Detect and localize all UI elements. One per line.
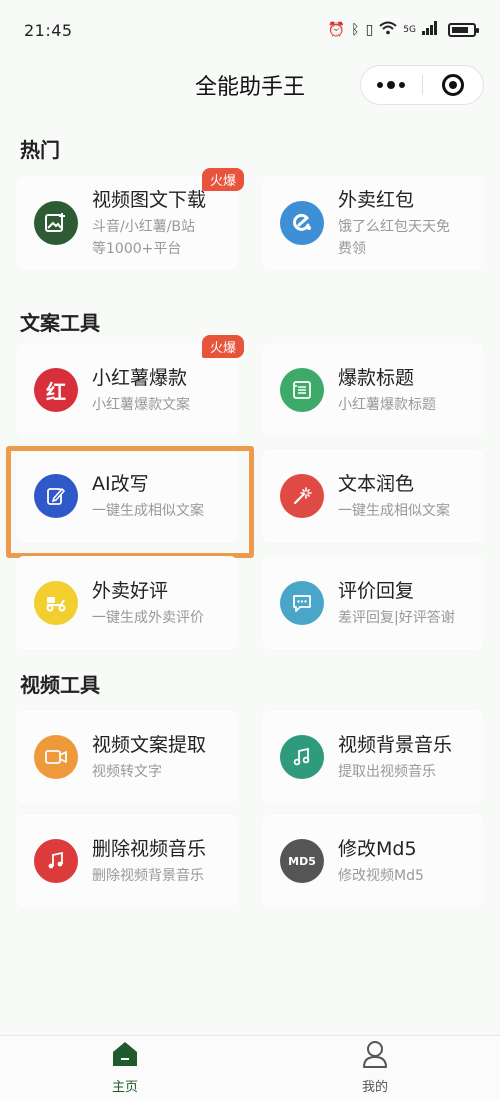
card-name: 评价回复 <box>338 579 415 602</box>
status-icons: ⏰ ᛒ ▯ 5G <box>327 21 479 39</box>
magic-wand-icon <box>280 474 324 518</box>
battery-icon <box>448 23 479 37</box>
card-desc: 删除视频背景音乐 <box>92 867 204 884</box>
card-text-polish[interactable]: 文本润色 一键生成相似文案 <box>262 449 484 543</box>
section-title-hot: 热门 <box>20 138 60 162</box>
close-mini-program-button[interactable] <box>423 66 484 104</box>
card-takeout-review[interactable]: 外卖好评 一键生成外卖评价 <box>16 556 238 650</box>
card-desc: 视频转文字 <box>92 763 162 780</box>
music-note-icon <box>280 735 324 779</box>
card-desc: 修改视频Md5 <box>338 867 424 884</box>
card-desc: 一键生成相似文案 <box>338 502 450 519</box>
card-desc: 斗音/小红薯/B站 等1000+平台 <box>92 218 196 257</box>
card-video-text-extract[interactable]: 视频文案提取 视频转文字 <box>16 710 238 804</box>
hot-badge: 火爆 <box>201 335 244 358</box>
wifi-icon <box>379 21 397 39</box>
tab-mine[interactable]: 我的 <box>250 1036 500 1099</box>
card-name: 视频文案提取 <box>92 733 207 756</box>
image-plus-icon <box>34 201 78 245</box>
hot-badge: 火爆 <box>201 168 244 191</box>
status-bar: 21:45 ⏰ ᛒ ▯ 5G <box>0 0 500 60</box>
card-name: 文本润色 <box>338 472 415 495</box>
card-xhs-hot[interactable]: 红 小红薯爆款 小红薯爆款文案 火爆 <box>16 335 244 437</box>
card-name: 修改Md5 <box>338 837 417 860</box>
tab-bar: 主页 我的 <box>0 1035 500 1099</box>
page-title: 全能助手王 <box>194 75 305 100</box>
bluetooth-icon: ᛒ <box>351 22 360 38</box>
card-desc: 小红薯爆款标题 <box>338 396 436 413</box>
card-name: 爆款标题 <box>338 366 415 389</box>
card-hot-title[interactable]: 爆款标题 小红薯爆款标题 <box>262 343 484 437</box>
more-dots-icon <box>377 81 406 89</box>
card-desc: 差评回复|好评答谢 <box>338 609 455 626</box>
card-desc: 提取出视频音乐 <box>338 763 436 780</box>
section-title-copywriting: 文案工具 <box>20 311 100 335</box>
signal-icon <box>422 21 438 39</box>
card-name: 外卖红包 <box>338 188 415 211</box>
tab-home[interactable]: 主页 <box>0 1036 250 1099</box>
card-modify-md5[interactable]: MD5 修改Md5 修改视频Md5 <box>262 814 484 908</box>
card-name: 外卖好评 <box>92 579 169 602</box>
card-video-bgm[interactable]: 视频背景音乐 提取出视频音乐 <box>262 710 484 804</box>
card-name: 小红薯爆款 <box>92 366 188 389</box>
list-doc-icon <box>280 368 324 412</box>
video-camera-icon <box>34 735 78 779</box>
tab-mine-label: 我的 <box>361 1080 388 1095</box>
card-video-download[interactable]: 视频图文下载 斗音/小红薯/B站 等1000+平台 火爆 <box>16 168 244 270</box>
network-label: 5G <box>403 25 416 35</box>
chat-bubble-icon <box>280 581 324 625</box>
section-title-video: 视频工具 <box>20 673 100 697</box>
tab-home-label: 主页 <box>111 1080 138 1095</box>
hong-char-icon: 红 <box>34 368 78 412</box>
home-icon <box>110 1040 140 1072</box>
scooter-icon <box>34 581 78 625</box>
md5-icon: MD5 <box>280 839 324 883</box>
card-desc: 一键生成外卖评价 <box>92 609 204 626</box>
e-logo-icon <box>280 201 324 245</box>
card-review-reply[interactable]: 评价回复 差评回复|好评答谢 <box>262 556 484 650</box>
music-note-icon <box>34 839 78 883</box>
card-remove-video-music[interactable]: 删除视频音乐 删除视频背景音乐 <box>16 814 238 908</box>
target-icon <box>441 74 464 96</box>
card-name: 删除视频音乐 <box>92 837 207 860</box>
card-name: 视频背景音乐 <box>338 733 453 756</box>
selection-highlight <box>6 446 254 558</box>
card-desc: 小红薯爆款文案 <box>92 396 190 413</box>
more-button[interactable] <box>361 66 422 104</box>
card-name: 视频图文下载 <box>92 188 207 211</box>
card-desc: 饿了么红包天天免 费领 <box>338 218 450 257</box>
card-takeout-redpacket[interactable]: 外卖红包 饿了么红包天天免 费领 <box>262 176 484 270</box>
user-icon <box>360 1040 390 1072</box>
mini-program-capsule <box>360 65 484 105</box>
status-time: 21:45 <box>24 20 73 40</box>
alarm-icon: ⏰ <box>327 22 346 38</box>
vibrate-icon: ▯ <box>365 22 374 38</box>
title-bar: 全能助手王 <box>0 60 500 110</box>
